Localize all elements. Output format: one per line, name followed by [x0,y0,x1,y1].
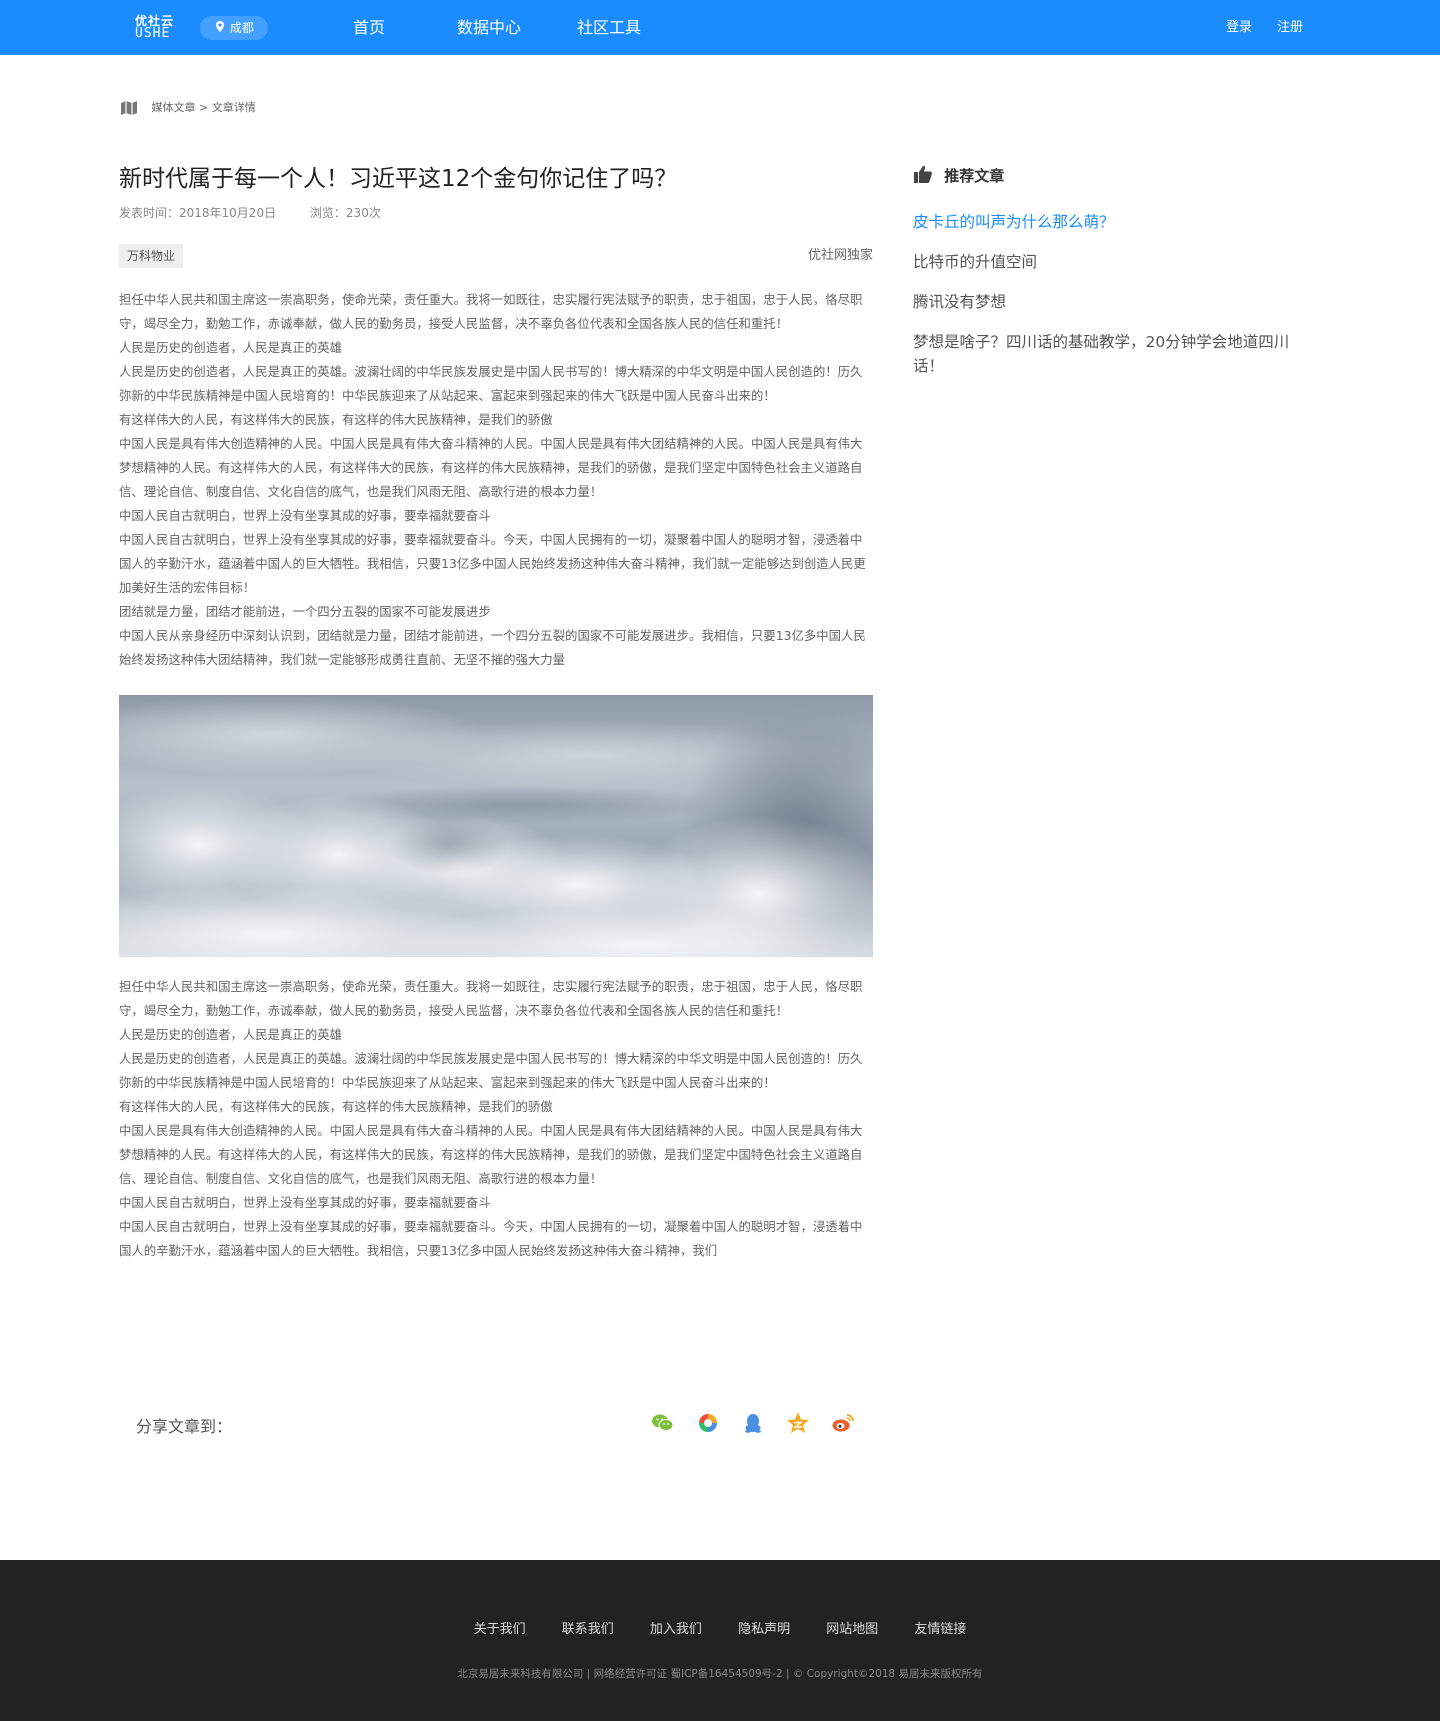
share-label: 分享文章到： [136,1417,233,1436]
article: 新时代属于每一个人！习近平这12个金句你记住了吗？ 发表时间：2018年10月2… [119,160,873,1263]
thumbs-up-icon [913,164,933,184]
city-selector[interactable]: 成都 [200,16,268,40]
footer-link-sitemap[interactable]: 网站地图 [826,1622,878,1637]
recommended-title-text: 推荐文章 [944,167,1005,185]
breadcrumb: 媒体文章 > 文章详情 [120,98,256,118]
publish-time: 发表时间：2018年10月20日 [119,206,277,220]
paragraph: 人民是历史的创造者，人民是真正的英雄。波澜壮阔的中华民族发展史是中国人民书写的！… [119,364,863,403]
logo-text-en: USHE [135,26,171,41]
paragraph: 中国人民自古就明白，世界上没有坐享其成的好事，要幸福就要奋斗 [119,1195,491,1210]
paragraph: 中国人民自古就明白，世界上没有坐享其成的好事，要幸福就要奋斗。今天，中国人民拥有… [119,1219,863,1258]
top-navbar: 优社云 USHE 成都 首页 数据中心 社区工具 登录 注册 [0,0,1440,55]
article-meta: 发表时间：2018年10月20日 浏览：230次 [119,204,873,222]
footer: 关于我们 联系我们 加入我们 隐私声明 网站地图 友情链接 北京易居未来科技有限… [0,1560,1440,1721]
map-icon [120,100,138,116]
register-link[interactable]: 注册 [1277,0,1303,55]
copyright: 北京易居未来科技有限公司 | 网络经营许可证 蜀ICP备16454509号-2 … [457,1668,983,1680]
moments-icon[interactable] [695,1410,721,1436]
recommended-list: 皮卡丘的叫声为什么那么萌？ 比特币的升值空间 腾讯没有梦想 梦想是啥子？四川话的… [913,210,1303,378]
paragraph: 人民是历史的创造者，人民是真正的英雄 [119,340,343,355]
nav-data-center[interactable]: 数据中心 [457,0,521,55]
paragraph: 中国人民从亲身经历中深刻认识到，团结就是力量，团结才能前进，一个四分五裂的国家不… [119,628,866,667]
location-pin-icon [216,16,224,40]
nav-community-tools[interactable]: 社区工具 [577,0,641,55]
recommended-item[interactable]: 梦想是啥子？四川话的基础教学，20分钟学会地道四川话！ [913,330,1303,378]
recommended-title: 推荐文章 [913,164,1303,188]
article-tag[interactable]: 万科物业 [119,244,184,268]
footer-links: 关于我们 联系我们 加入我们 隐私声明 网站地图 友情链接 [0,1618,1440,1637]
recommended-item[interactable]: 比特币的升值空间 [913,250,1303,274]
footer-link-friends[interactable]: 友情链接 [914,1622,966,1637]
paragraph: 人民是历史的创造者，人民是真正的英雄。波澜壮阔的中华民族发展史是中国人民书写的！… [119,1051,863,1090]
login-link[interactable]: 登录 [1226,0,1252,55]
paragraph: 中国人民是具有伟大创造精神的人民。中国人民是具有伟大奋斗精神的人民。中国人民是具… [119,1123,863,1186]
recommended-sidebar: 推荐文章 皮卡丘的叫声为什么那么萌？ 比特币的升值空间 腾讯没有梦想 梦想是啥子… [913,164,1303,394]
paragraph: 人民是历史的创造者，人民是真正的英雄 [119,1027,343,1042]
qq-icon[interactable] [740,1410,766,1436]
site-logo[interactable]: 优社云 USHE [135,15,185,41]
recommended-item[interactable]: 皮卡丘的叫声为什么那么萌？ [913,210,1303,234]
article-image-clouds [119,695,873,957]
share-icons [636,1410,856,1436]
wechat-icon[interactable] [650,1410,676,1436]
paragraph: 有这样伟大的人民，有这样伟大的民族，有这样的伟大民族精神，是我们的骄傲 [119,412,553,427]
paragraph: 担任中华人民共和国主席这一崇高职务，使命光荣，责任重大。我将一如既往，忠实履行宪… [119,292,863,331]
exclusive-label: 优社网独家 [807,248,873,263]
qzone-icon[interactable] [785,1410,811,1436]
paragraph: 团结就是力量，团结才能前进，一个四分五裂的国家不可能发展进步 [119,604,491,619]
view-count: 浏览：230次 [309,206,381,220]
tag-row: 万科物业 优社网独家 [119,244,873,268]
nav-home[interactable]: 首页 [353,0,385,55]
breadcrumb-text[interactable]: 媒体文章 > 文章详情 [152,101,256,114]
recommended-item[interactable]: 腾讯没有梦想 [913,290,1303,314]
paragraph: 中国人民自古就明白，世界上没有坐享其成的好事，要幸福就要奋斗 [119,508,491,523]
city-name: 成都 [229,21,254,35]
weibo-icon[interactable] [830,1410,856,1436]
share-bar: 分享文章到： [136,1405,856,1441]
paragraph: 担任中华人民共和国主席这一崇高职务，使命光荣，责任重大。我将一如既往，忠实履行宪… [119,979,863,1018]
footer-link-privacy[interactable]: 隐私声明 [738,1622,790,1637]
article-body-continued: 担任中华人民共和国主席这一崇高职务，使命光荣，责任重大。我将一如既往，忠实履行宪… [119,975,873,1263]
paragraph: 有这样伟大的人民，有这样伟大的民族，有这样的伟大民族精神，是我们的骄傲 [119,1099,553,1114]
footer-link-about[interactable]: 关于我们 [474,1622,526,1637]
footer-link-contact[interactable]: 联系我们 [562,1622,614,1637]
paragraph: 中国人民自古就明白，世界上没有坐享其成的好事，要幸福就要奋斗。今天，中国人民拥有… [119,532,866,595]
article-title: 新时代属于每一个人！习近平这12个金句你记住了吗？ [119,166,678,192]
paragraph: 中国人民是具有伟大创造精神的人民。中国人民是具有伟大奋斗精神的人民。中国人民是具… [119,436,863,499]
footer-link-join[interactable]: 加入我们 [650,1622,702,1637]
article-body: 担任中华人民共和国主席这一崇高职务，使命光荣，责任重大。我将一如既往，忠实履行宪… [119,288,873,672]
